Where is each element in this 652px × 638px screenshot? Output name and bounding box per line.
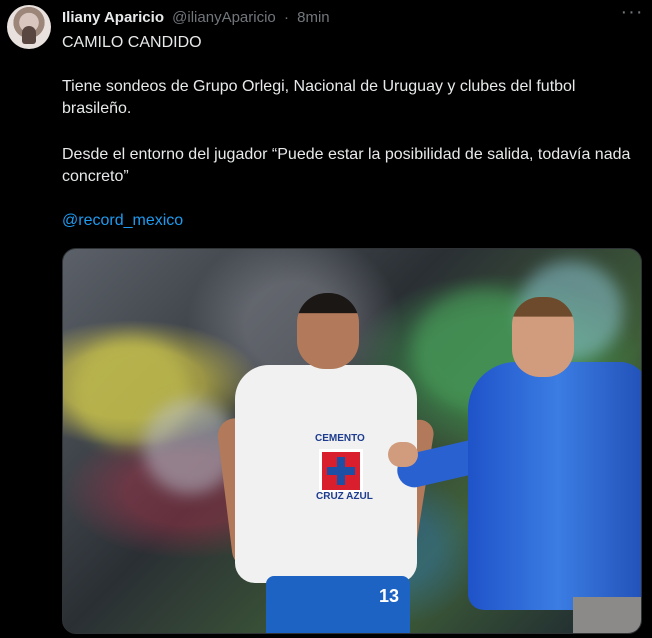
player-head <box>297 293 359 369</box>
tweet-header: Iliany Aparicio @ilianyAparicio · 8min <box>62 7 640 29</box>
tweet-image[interactable]: CEMENTO CRUZ AZUL 13 <box>62 248 642 634</box>
coach-head <box>512 297 574 377</box>
author-handle[interactable]: @ilianyAparicio <box>172 9 276 26</box>
coach-pants <box>573 597 641 633</box>
player-number: 13 <box>379 586 400 606</box>
jersey-sponsor-top: CEMENTO <box>315 433 365 444</box>
separator-dot: · <box>283 9 289 26</box>
tweet-text-line-1: CAMILO CANDIDO <box>62 34 202 51</box>
mention-link[interactable]: @record_mexico <box>62 210 642 232</box>
coach-jacket <box>468 362 641 610</box>
avatar[interactable] <box>7 5 51 49</box>
jersey-sponsor-bottom: CRUZ AZUL <box>316 491 373 502</box>
more-icon[interactable]: ··· <box>620 2 644 25</box>
coach-figure <box>388 297 641 633</box>
tweet-text-line-3: Desde el entorno del jugador “Puede esta… <box>62 146 631 185</box>
coach-hand <box>388 442 418 467</box>
author-name[interactable]: Iliany Aparicio <box>62 9 164 26</box>
tweet-card[interactable]: Iliany Aparicio @ilianyAparicio · 8min ·… <box>0 0 652 638</box>
club-crest-icon <box>319 449 363 493</box>
tweet-time[interactable]: 8min <box>297 9 330 26</box>
tweet-text-line-2: Tiene sondeos de Grupo Orlegi, Nacional … <box>62 78 576 117</box>
